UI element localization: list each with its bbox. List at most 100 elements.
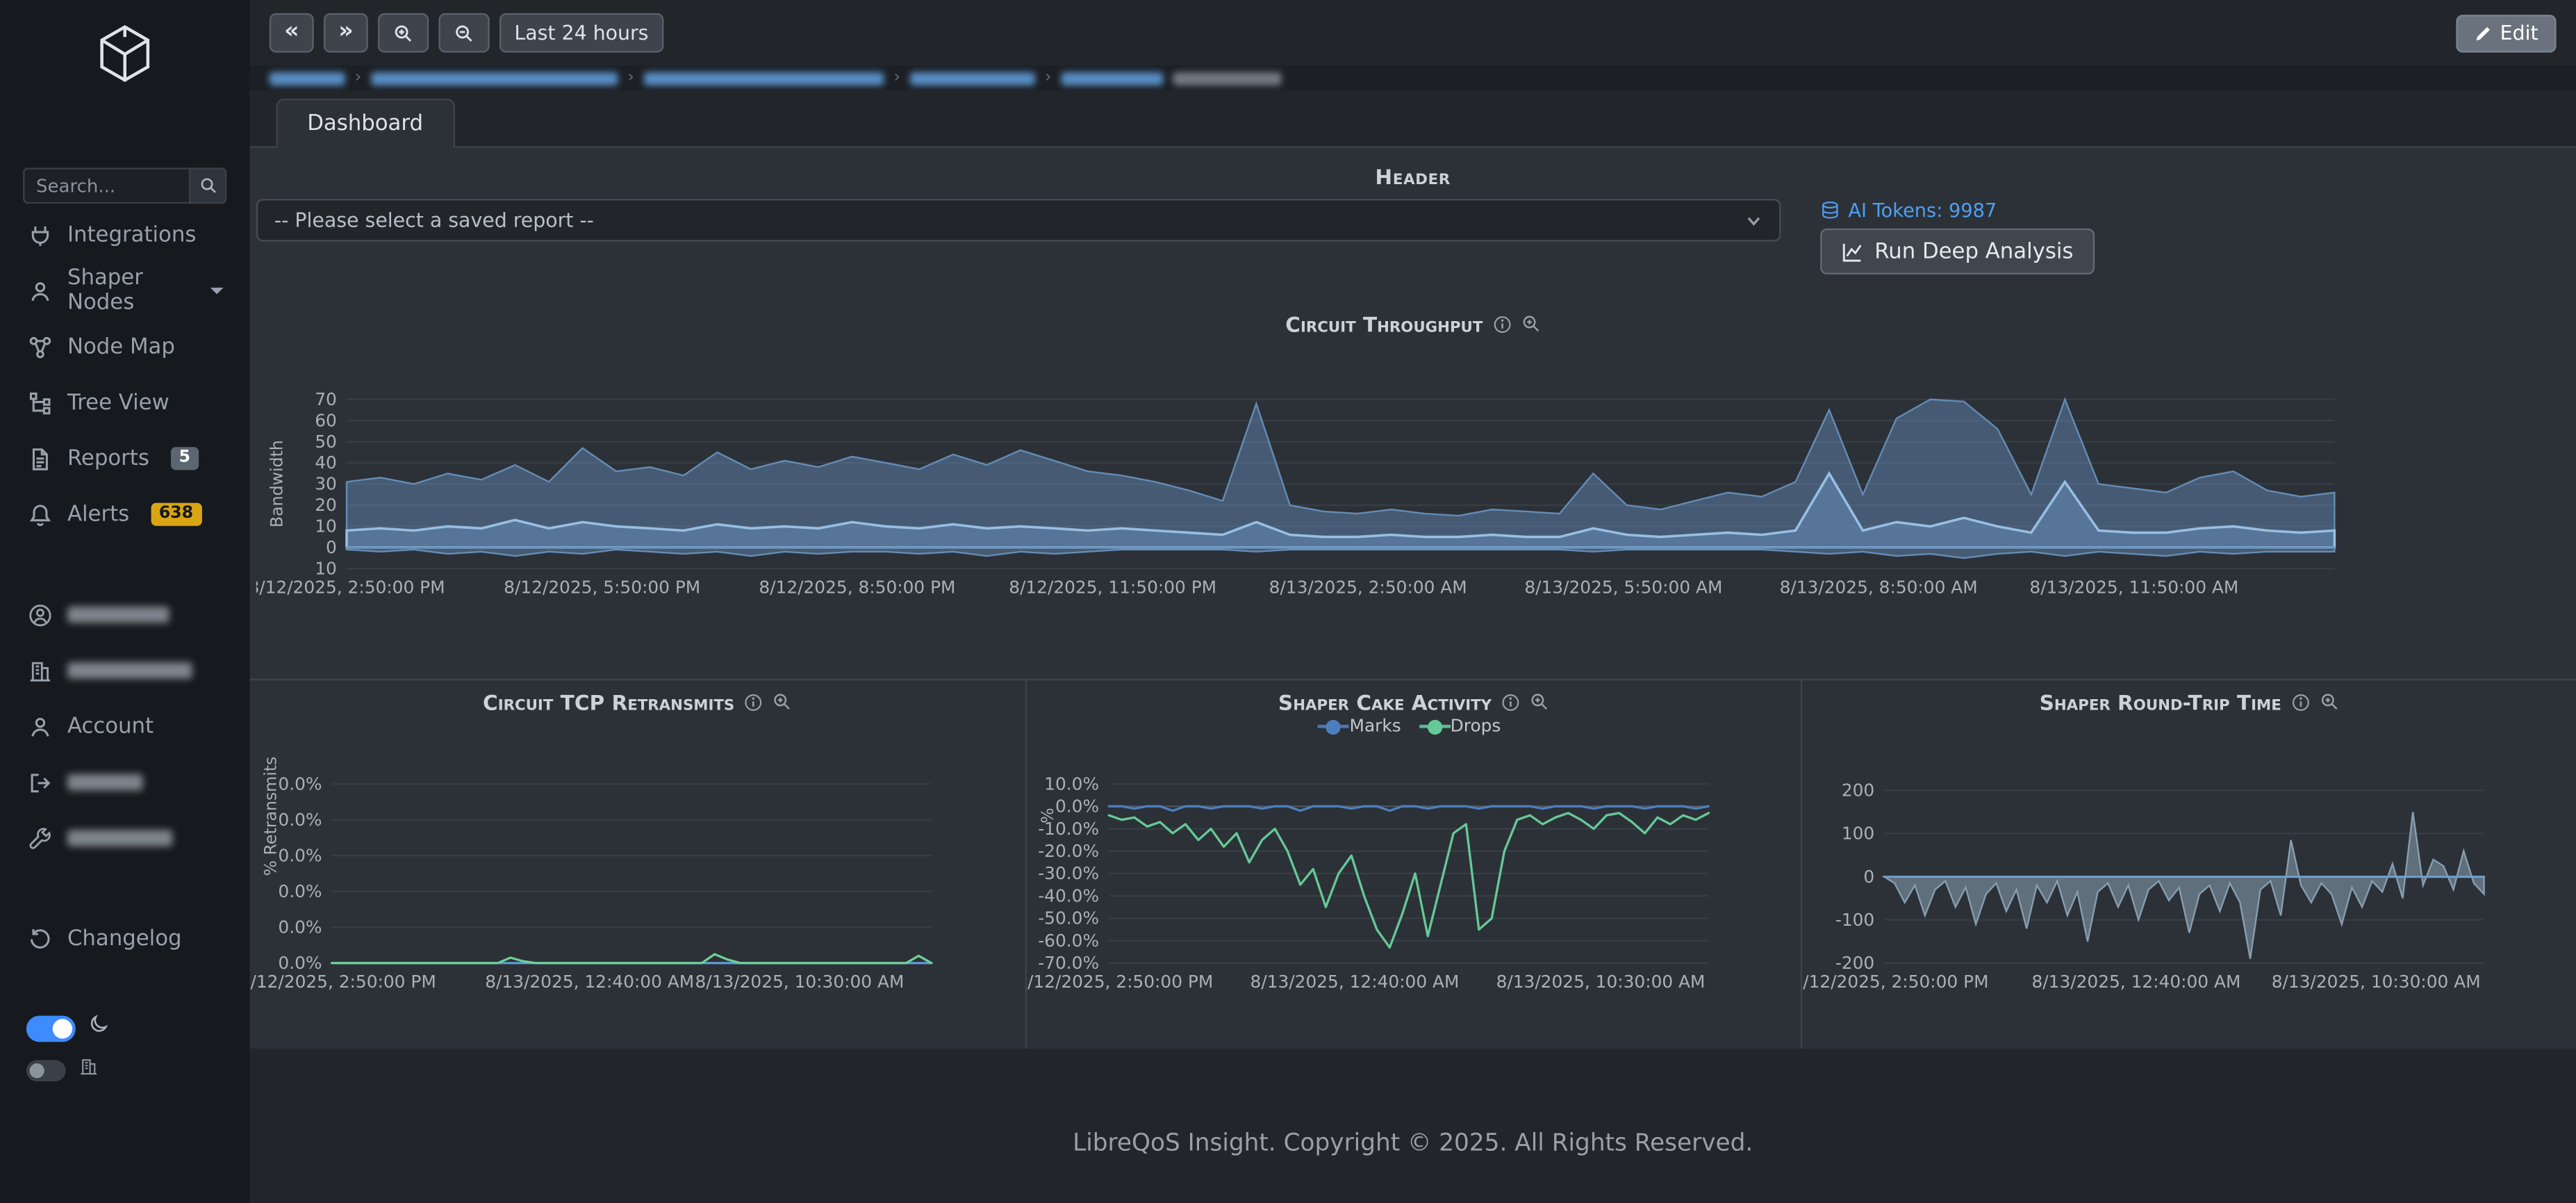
svg-text:8/12/2025, 5:50:00 PM: 8/12/2025, 5:50:00 PM: [504, 578, 700, 598]
y-axis-label: Bandwidth: [270, 400, 288, 569]
svg-text:0.0%: 0.0%: [278, 774, 322, 794]
sidebar-item-shaper-nodes[interactable]: Shaper Nodes: [0, 263, 249, 318]
magnifier-zoom-icon[interactable]: [1521, 314, 1540, 334]
redacted-text: [67, 662, 192, 679]
logout-icon: [26, 770, 53, 794]
throughput-chart[interactable]: 706050403020100108/12/2025, 2:50:00 PM8/…: [256, 337, 2343, 603]
svg-text:0: 0: [326, 537, 337, 557]
search-button[interactable]: [189, 167, 226, 204]
sidebar-item-node-map[interactable]: Node Map: [0, 319, 249, 375]
ai-tokens[interactable]: AI Tokens: 9987: [1820, 199, 1997, 222]
skip-forward-button[interactable]: »: [324, 13, 368, 53]
cake-activity-title: Shaper Cake Activity: [1278, 689, 1492, 714]
zoom-out-button[interactable]: [439, 13, 490, 53]
svg-text:0.0%: 0.0%: [278, 845, 322, 865]
sidebar-item-redacted-admin[interactable]: [0, 810, 249, 866]
svg-text:-60.0%: -60.0%: [1038, 931, 1099, 951]
cake-activity-panel: Shaper Cake Activity Marks: [1025, 680, 1801, 1049]
svg-text:-200: -200: [1835, 953, 1874, 973]
legend-marks-dot: [1326, 719, 1341, 734]
sidebar-item-label: Alerts: [67, 502, 129, 526]
sidebar-item-label: Changelog: [67, 926, 182, 951]
edit-button[interactable]: Edit: [2456, 14, 2557, 51]
svg-text:8/13/2025, 11:50:00 AM: 8/13/2025, 11:50:00 AM: [2029, 578, 2238, 598]
svg-text:8/13/2025, 10:30:00 AM: 8/13/2025, 10:30:00 AM: [695, 972, 904, 992]
throughput-chart-container: Bandwidth 706050403020100108/12/2025, 2:…: [256, 337, 2576, 603]
skip-back-button[interactable]: «: [270, 13, 314, 53]
legend-drops-label: Drops: [1451, 717, 1501, 736]
tab-dashboard[interactable]: Dashboard: [276, 99, 454, 148]
sidebar-item-label: Node Map: [67, 334, 175, 359]
round-trip-time-chart[interactable]: 2001000-100-2008/12/2025, 2:50:00 PM8/13…: [1802, 738, 2558, 998]
run-deep-analysis-button[interactable]: Run Deep Analysis: [1820, 229, 2095, 275]
svg-text:20: 20: [315, 495, 337, 515]
tree-view-icon: [26, 391, 53, 415]
magnifier-zoom-icon[interactable]: [1529, 692, 1549, 712]
sidebar-item-changelog[interactable]: Changelog: [0, 910, 249, 966]
magnifier-zoom-icon[interactable]: [2319, 692, 2338, 712]
dark-mode-toggle[interactable]: [26, 1015, 76, 1041]
breadcrumb-link-redacted[interactable]: [270, 72, 345, 85]
legend-marks[interactable]: Marks: [1326, 717, 1401, 736]
sidebar-item-redacted-logout[interactable]: [0, 754, 249, 810]
svg-text:60: 60: [315, 410, 337, 430]
tcp-retransmits-chart[interactable]: 0.0%0.0%0.0%0.0%0.0%0.0%8/12/2025, 2:50:…: [249, 738, 1005, 998]
sidebar-item-alerts[interactable]: Alerts 638: [0, 486, 249, 542]
info-icon[interactable]: [2291, 693, 2309, 711]
sidebar-toggles: [26, 1014, 224, 1083]
round-trip-time-title: Shaper Round-Trip Time: [2040, 689, 2281, 714]
user-avatar-icon: [26, 603, 53, 627]
breadcrumb-link-redacted[interactable]: [644, 72, 884, 85]
time-range-button[interactable]: Last 24 hours: [499, 13, 663, 53]
zoom-in-button[interactable]: [378, 13, 429, 53]
info-icon[interactable]: [1501, 693, 1519, 711]
throughput-title-row: Circuit Throughput: [249, 311, 2576, 337]
svg-text:40: 40: [315, 452, 337, 473]
legend-drops[interactable]: Drops: [1428, 717, 1501, 736]
legend-drops-dot: [1428, 719, 1442, 734]
saved-report-select[interactable]: -- Please select a saved report --: [256, 199, 1781, 241]
svg-text:0: 0: [1863, 867, 1874, 887]
header-section-title: Header: [249, 164, 2576, 188]
chart-line-icon: [1842, 240, 1863, 262]
sidebar-item-tree-view[interactable]: Tree View: [0, 375, 249, 430]
magnifier-zoom-icon[interactable]: [773, 692, 792, 712]
sidebar-item-redacted-user[interactable]: [0, 587, 249, 642]
svg-text:8/12/2025, 2:50:00 PM: 8/12/2025, 2:50:00 PM: [1802, 972, 1988, 992]
integrations-icon: [26, 222, 53, 247]
breadcrumb-link-redacted[interactable]: [910, 72, 1035, 85]
sidebar-item-label: Reports: [67, 446, 149, 470]
svg-text:100: 100: [1842, 824, 1874, 844]
search-input[interactable]: [23, 167, 189, 204]
legend-row-empty: [1802, 715, 2576, 738]
account-icon: [26, 714, 53, 739]
breadcrumb-link-redacted[interactable]: [371, 72, 618, 85]
cake-activity-chart[interactable]: 10.0%0.0%-10.0%-20.0%-30.0%-40.0%-50.0%-…: [1027, 738, 1783, 998]
svg-text:8/13/2025, 2:50:00 AM: 8/13/2025, 2:50:00 AM: [1269, 578, 1467, 598]
info-icon[interactable]: [744, 693, 762, 711]
app-window: Integrations Shaper Nodes Node Map: [0, 0, 2576, 1203]
sidebar-item-reports[interactable]: Reports 5: [0, 431, 249, 486]
breadcrumb-link-redacted[interactable]: [1062, 72, 1164, 85]
admin-tools-icon: [26, 826, 53, 850]
sidebar-item-integrations[interactable]: Integrations: [0, 207, 249, 263]
sidebar-item-redacted-organization[interactable]: [0, 643, 249, 698]
svg-text:0.0%: 0.0%: [278, 881, 322, 901]
info-icon[interactable]: [1493, 315, 1511, 333]
chevron-down-icon: [1744, 211, 1762, 229]
redacted-text: [67, 830, 172, 846]
svg-text:200: 200: [1842, 780, 1874, 801]
svg-text:0.0%: 0.0%: [278, 953, 322, 973]
svg-text:-100: -100: [1835, 910, 1874, 930]
moon-icon: [89, 1014, 110, 1042]
secondary-toggle[interactable]: [26, 1059, 66, 1081]
svg-text:30: 30: [315, 474, 337, 494]
reports-badge: 5: [171, 447, 199, 470]
bottom-charts-grid: Circuit TCP Retransmits % Retransmits 0.…: [249, 679, 2576, 1049]
tcp-retransmits-panel: Circuit TCP Retransmits % Retransmits 0.…: [249, 680, 1025, 1049]
sidebar-item-account[interactable]: Account: [0, 698, 249, 754]
y-axis-label: % Retransmits: [263, 726, 281, 906]
organization-icon: [26, 658, 53, 682]
libreqos-logo[interactable]: [90, 19, 159, 95]
edit-button-label: Edit: [2500, 22, 2538, 44]
